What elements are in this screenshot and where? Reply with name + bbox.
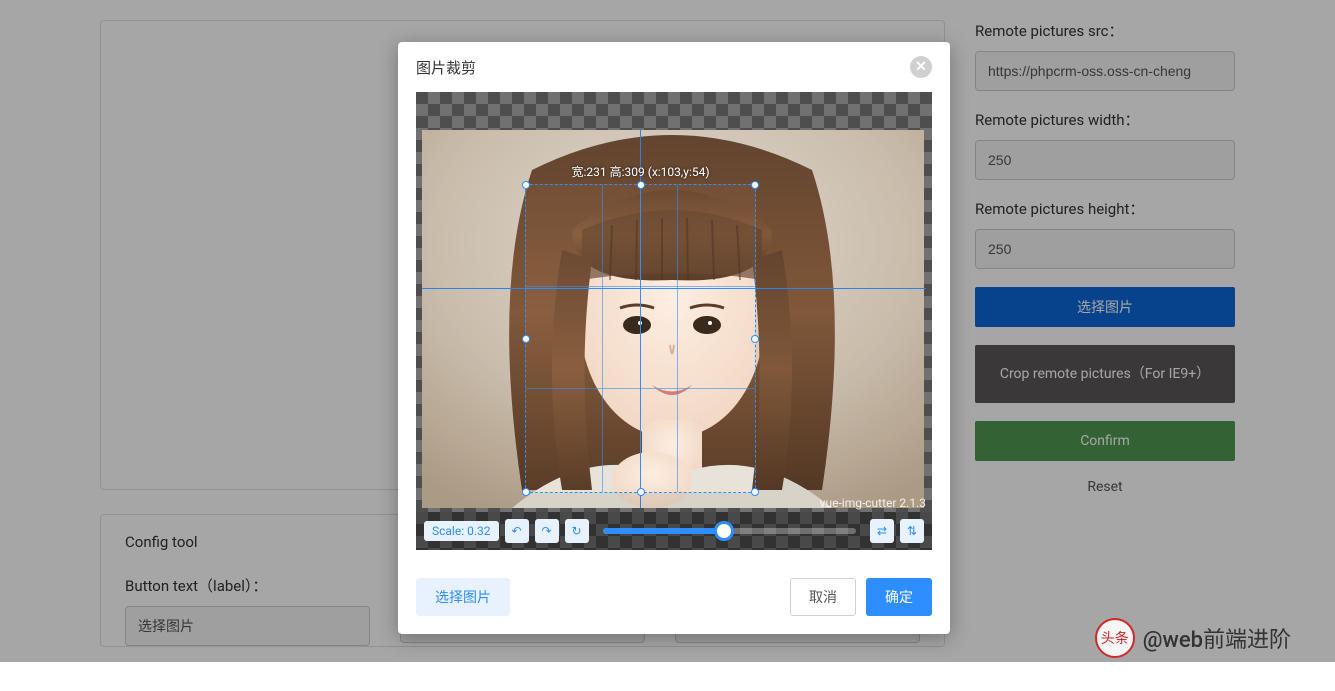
crop-handle-nw[interactable] [522,181,530,189]
crop-handle-s[interactable] [637,488,645,496]
crop-info-text: 宽:231 高:309 (x:103,y:54) [571,163,709,180]
modal-title: 图片裁剪 [416,57,476,78]
zoom-slider[interactable] [603,526,857,536]
modal-confirm-button[interactable]: 确定 [866,578,932,616]
rotate-right-icon[interactable]: ↷ [535,519,559,543]
crop-box[interactable]: 宽:231 高:309 (x:103,y:54) [525,184,756,493]
modal-cancel-button[interactable]: 取消 [790,578,856,616]
crop-handle-n[interactable] [637,181,645,189]
crop-handle-sw[interactable] [522,488,530,496]
cropper-toolbar: Scale: 0.32 ↶ ↷ ↻ ⇄ ⇅ [416,512,932,550]
flip-v-icon[interactable]: ⇅ [900,519,924,543]
rotate-left-icon[interactable]: ↶ [505,519,529,543]
modal-choose-button[interactable]: 选择图片 [416,578,510,616]
brand-badge: 头条 [1095,618,1135,658]
cropper-watermark: vue-img-cutter 2.1.3 [820,496,926,510]
page-watermark: 头条 @web前端进阶 [1095,618,1291,658]
cropper-area[interactable]: 宽:231 高:309 (x:103,y:54) vue-img-cutter … [416,92,932,550]
crop-handle-se[interactable] [751,488,759,496]
close-icon[interactable]: ✕ [910,56,932,78]
flip-h-icon[interactable]: ⇄ [870,519,894,543]
crop-modal: 图片裁剪 ✕ [398,42,950,634]
brand-text: @web前端进阶 [1143,622,1291,654]
reset-rotate-icon[interactable]: ↻ [565,519,589,543]
scale-chip: Scale: 0.32 [424,521,499,541]
crop-handle-e[interactable] [751,335,759,343]
crop-handle-w[interactable] [522,335,530,343]
crop-handle-ne[interactable] [751,181,759,189]
